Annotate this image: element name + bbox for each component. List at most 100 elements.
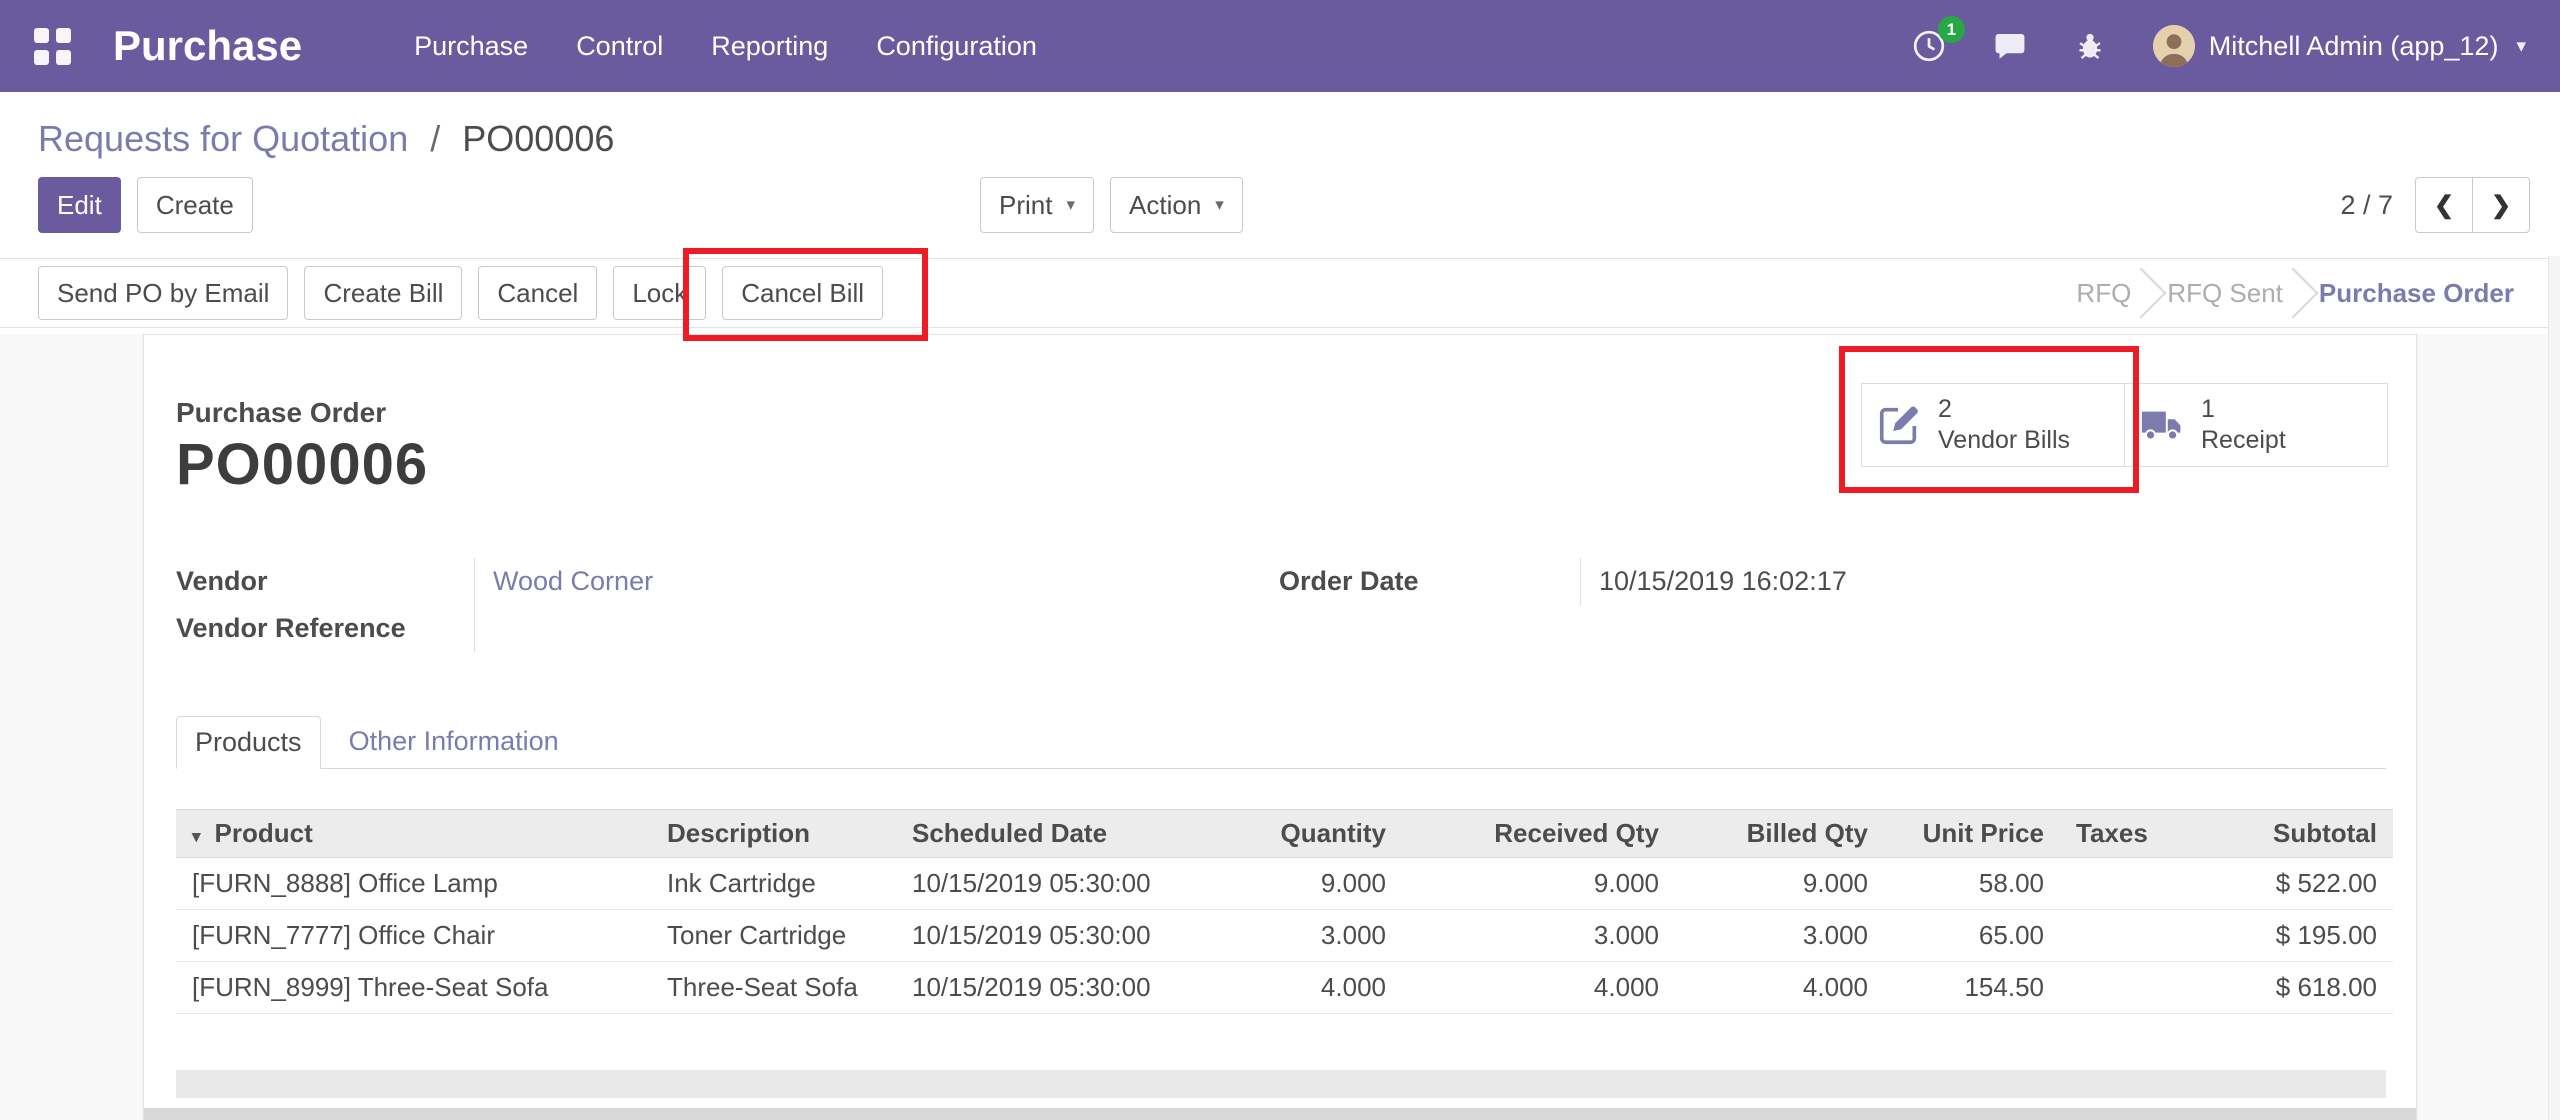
- column-header-description[interactable]: Description: [651, 810, 896, 858]
- nav-menus: Purchase Control Reporting Configuration: [410, 25, 1041, 68]
- action-label: Action: [1129, 190, 1201, 221]
- activities-clock-icon[interactable]: 1: [1911, 28, 1947, 64]
- form-sheet: 2 Vendor Bills 1 Receipt Purchase Order …: [143, 334, 2417, 1120]
- content-area: 2 Vendor Bills 1 Receipt Purchase Order …: [0, 334, 2560, 1120]
- column-header-subtotal[interactable]: Subtotal: [2210, 810, 2393, 858]
- cell-received-qty: 3.000: [1402, 910, 1675, 962]
- caret-down-icon: ▾: [2516, 35, 2526, 58]
- print-menu-button[interactable]: Print ▾: [980, 177, 1094, 233]
- column-header-quantity[interactable]: Quantity: [1247, 810, 1402, 858]
- nav-menu-purchase[interactable]: Purchase: [410, 25, 532, 68]
- column-header-received-qty[interactable]: Received Qty: [1402, 810, 1675, 858]
- cell-received-qty: 9.000: [1402, 858, 1675, 910]
- cell-billed-qty: 3.000: [1675, 910, 1884, 962]
- pager: 2 / 7 ❮ ❯: [2340, 177, 2530, 233]
- edit-button[interactable]: Edit: [38, 177, 121, 233]
- app-name[interactable]: Purchase: [113, 22, 302, 70]
- nav-menu-reporting[interactable]: Reporting: [707, 25, 832, 68]
- cell-billed-qty: 9.000: [1675, 858, 1884, 910]
- vendor-reference-value[interactable]: [474, 605, 1279, 652]
- chevron-left-icon: ❮: [2434, 191, 2454, 220]
- caret-down-icon: ▾: [1066, 195, 1075, 215]
- systray: 1 Mitchell Admin (app_12) ▾: [1911, 25, 2526, 67]
- cell-quantity: 3.000: [1247, 910, 1402, 962]
- avatar: [2153, 25, 2195, 67]
- activity-count-badge: 1: [1938, 16, 1965, 43]
- notebook-tabs: Products Other Information: [176, 716, 2386, 769]
- vendor-value-link[interactable]: Wood Corner: [474, 558, 1279, 605]
- column-header-scheduled-date[interactable]: Scheduled Date: [896, 810, 1247, 858]
- form-statusbar: Send PO by Email Create Bill Cancel Lock…: [0, 258, 2560, 328]
- receipt-label: Receipt: [2201, 425, 2286, 456]
- create-button[interactable]: Create: [137, 177, 253, 233]
- vendor-label: Vendor: [176, 558, 474, 605]
- pager-count: 2 / 7: [2340, 190, 2393, 221]
- column-header-unit-price[interactable]: Unit Price: [1884, 810, 2060, 858]
- pencil-square-icon: [1876, 402, 1922, 448]
- column-header-taxes[interactable]: Taxes: [2060, 810, 2210, 858]
- table-row[interactable]: [FURN_7777] Office Chair Toner Cartridge…: [176, 910, 2393, 962]
- receipt-count: 1: [2201, 394, 2286, 425]
- column-header-billed-qty[interactable]: Billed Qty: [1675, 810, 1884, 858]
- cell-taxes: [2060, 858, 2210, 910]
- order-lines-table: ▾Product Description Scheduled Date Quan…: [176, 809, 2393, 1014]
- debug-bug-icon[interactable]: [2073, 29, 2107, 63]
- pager-previous-button[interactable]: ❮: [2415, 177, 2473, 233]
- tab-other-information[interactable]: Other Information: [321, 716, 587, 768]
- state-purchase-order[interactable]: Purchase Order: [2313, 278, 2520, 309]
- tab-products[interactable]: Products: [176, 716, 321, 769]
- vendor-bills-count: 2: [1938, 394, 2070, 425]
- cell-quantity: 9.000: [1247, 858, 1402, 910]
- cell-subtotal: $ 522.00: [2210, 858, 2393, 910]
- order-date-value: 10/15/2019 16:02:17: [1580, 558, 2386, 605]
- cell-taxes: [2060, 962, 2210, 1014]
- cell-product: [FURN_8999] Three-Seat Sofa: [176, 962, 651, 1014]
- vendor-reference-label: Vendor Reference: [176, 605, 474, 652]
- chat-bubble-icon: [1993, 29, 2027, 63]
- pager-next-button[interactable]: ❯: [2472, 177, 2530, 233]
- cancel-button[interactable]: Cancel: [478, 266, 597, 320]
- breadcrumb-separator: /: [430, 118, 440, 159]
- cell-received-qty: 4.000: [1402, 962, 1675, 1014]
- pipeline-arrow-icon: [2267, 268, 2318, 319]
- nav-menu-configuration[interactable]: Configuration: [872, 25, 1041, 68]
- order-date-label: Order Date: [1279, 558, 1580, 605]
- cell-scheduled-date: 10/15/2019 05:30:00: [896, 962, 1247, 1014]
- field-groups: Vendor Wood Corner Vendor Reference Orde…: [176, 558, 2386, 652]
- cell-subtotal: $ 618.00: [2210, 962, 2393, 1014]
- create-bill-button[interactable]: Create Bill: [304, 266, 462, 320]
- receipt-stat-button[interactable]: 1 Receipt: [2124, 383, 2388, 467]
- chevron-right-icon: ❯: [2491, 191, 2511, 220]
- vendor-bills-label: Vendor Bills: [1938, 425, 2070, 456]
- cell-scheduled-date: 10/15/2019 05:30:00: [896, 858, 1247, 910]
- breadcrumb-current: PO00006: [462, 118, 614, 159]
- nav-menu-control[interactable]: Control: [572, 25, 667, 68]
- breadcrumb-parent-link[interactable]: Requests for Quotation: [38, 118, 408, 159]
- lock-button[interactable]: Lock: [613, 266, 706, 320]
- cell-unit-price: 58.00: [1884, 858, 2060, 910]
- table-row[interactable]: [FURN_8999] Three-Seat Sofa Three-Seat S…: [176, 962, 2393, 1014]
- caret-down-icon: ▾: [1215, 195, 1224, 215]
- vendor-bills-stat-button[interactable]: 2 Vendor Bills: [1861, 383, 2125, 467]
- content-divider: [176, 1070, 2386, 1098]
- column-header-label: Product: [215, 818, 313, 848]
- top-navbar: Purchase Purchase Control Reporting Conf…: [0, 0, 2560, 92]
- pipeline-arrow-icon: [2116, 268, 2167, 319]
- user-menu[interactable]: Mitchell Admin (app_12) ▾: [2153, 25, 2526, 67]
- send-po-by-email-button[interactable]: Send PO by Email: [38, 266, 288, 320]
- user-name: Mitchell Admin (app_12): [2209, 31, 2499, 62]
- cell-quantity: 4.000: [1247, 962, 1402, 1014]
- statusbar-buttons: Send PO by Email Create Bill Cancel Lock…: [38, 266, 883, 320]
- vertical-scrollbar[interactable]: [2548, 256, 2560, 1120]
- messages-icon[interactable]: [1993, 29, 2027, 63]
- column-header-product[interactable]: ▾Product: [176, 810, 651, 858]
- table-row[interactable]: [FURN_8888] Office Lamp Ink Cartridge 10…: [176, 858, 2393, 910]
- control-panel: Edit Create Print ▾ Action ▾ 2 / 7 ❮ ❯: [0, 176, 2560, 234]
- cancel-bill-button[interactable]: Cancel Bill: [722, 266, 883, 320]
- apps-menu-icon[interactable]: [34, 28, 71, 65]
- cell-product: [FURN_7777] Office Chair: [176, 910, 651, 962]
- action-menu-button[interactable]: Action ▾: [1110, 177, 1243, 233]
- cell-taxes: [2060, 910, 2210, 962]
- bug-icon: [2073, 29, 2107, 63]
- cell-description: Three-Seat Sofa: [651, 962, 896, 1014]
